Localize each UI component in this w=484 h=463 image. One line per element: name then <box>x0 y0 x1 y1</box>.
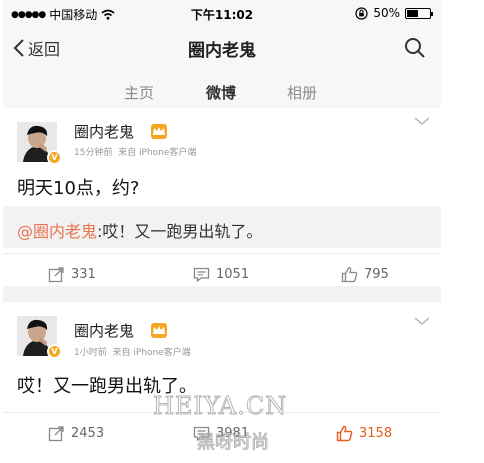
chevron-down-icon[interactable] <box>413 316 431 326</box>
member-crown-icon <box>151 124 167 139</box>
member-crown-icon <box>151 323 167 338</box>
repost-button[interactable]: 331 <box>48 254 96 294</box>
repost-username[interactable]: @圈内老鬼 <box>17 222 97 241</box>
navigation-bar: 返回 圈内老鬼 <box>3 28 441 68</box>
page-title: 圈内老鬼 <box>188 41 256 61</box>
tab-home[interactable]: 主页 <box>124 82 154 103</box>
comment-count: 3981 <box>216 425 250 441</box>
like-count: 3158 <box>359 425 393 441</box>
action-bar: 2453 3981 3158 <box>3 412 441 452</box>
comment-button[interactable]: 3981 <box>193 413 249 453</box>
battery-fill <box>407 9 418 17</box>
search-icon[interactable] <box>403 36 427 60</box>
thumbs-up-icon <box>336 425 353 441</box>
post-username[interactable]: 圈内老鬼 <box>74 320 134 341</box>
comment-count: 1051 <box>216 266 250 282</box>
repost-box[interactable]: @圈内老鬼:哎！又一跑男出轨了。 <box>3 206 441 248</box>
weibo-post: V 圈内老鬼 15分钟前 来自 iPhone客户端 明天10点，约? @圈内老鬼… <box>3 108 441 286</box>
comment-icon <box>193 267 210 282</box>
repost-button[interactable]: 2453 <box>48 413 104 453</box>
post-text: 明天10点，约? <box>17 178 140 199</box>
thumbs-up-icon <box>341 266 358 282</box>
like-button[interactable]: 3158 <box>336 413 392 453</box>
tab-weibo[interactable]: 微博 <box>206 82 236 103</box>
repost-count: 2453 <box>71 425 105 441</box>
verified-badge: V <box>47 150 62 165</box>
repost-icon <box>48 425 64 441</box>
comment-icon <box>193 426 210 441</box>
post-meta: 1小时前 来自 iPhone客户端 <box>74 345 191 358</box>
battery-icon <box>405 7 433 19</box>
battery-percent: 50% <box>373 6 400 20</box>
post-source: 来自 iPhone客户端 <box>118 148 197 158</box>
comment-button[interactable]: 1051 <box>193 254 249 294</box>
chevron-down-icon[interactable] <box>413 116 431 126</box>
post-time: 1小时前 <box>74 348 107 358</box>
post-meta: 15分钟前 来自 iPhone客户端 <box>74 145 196 158</box>
repost-content: @圈内老鬼:哎！又一跑男出轨了。 <box>17 218 262 242</box>
post-time: 15分钟前 <box>74 148 113 158</box>
weibo-profile-screen: ●●●●● 中国移动 下午11:02 50% 返回 圈内老鬼 主页 微博 相册 … <box>3 0 441 463</box>
action-bar: 331 1051 795 <box>3 253 441 293</box>
like-button[interactable]: 795 <box>341 254 389 294</box>
rotation-lock-icon <box>355 6 368 20</box>
post-text: 哎！又一跑男出轨了。 <box>17 376 197 397</box>
repost-icon <box>48 266 64 282</box>
post-source: 来自 iPhone客户端 <box>112 348 191 358</box>
weibo-post: V 圈内老鬼 1小时前 来自 iPhone客户端 哎！又一跑男出轨了。 2453 <box>3 302 441 463</box>
status-right: 50% <box>355 6 433 20</box>
verified-badge: V <box>47 344 62 359</box>
status-bar: ●●●●● 中国移动 下午11:02 50% <box>3 0 441 28</box>
repost-text: :哎！又一跑男出轨了。 <box>97 222 263 241</box>
post-username[interactable]: 圈内老鬼 <box>74 121 134 142</box>
tab-album[interactable]: 相册 <box>287 82 317 103</box>
like-count: 795 <box>364 266 389 282</box>
repost-count: 331 <box>71 266 96 282</box>
